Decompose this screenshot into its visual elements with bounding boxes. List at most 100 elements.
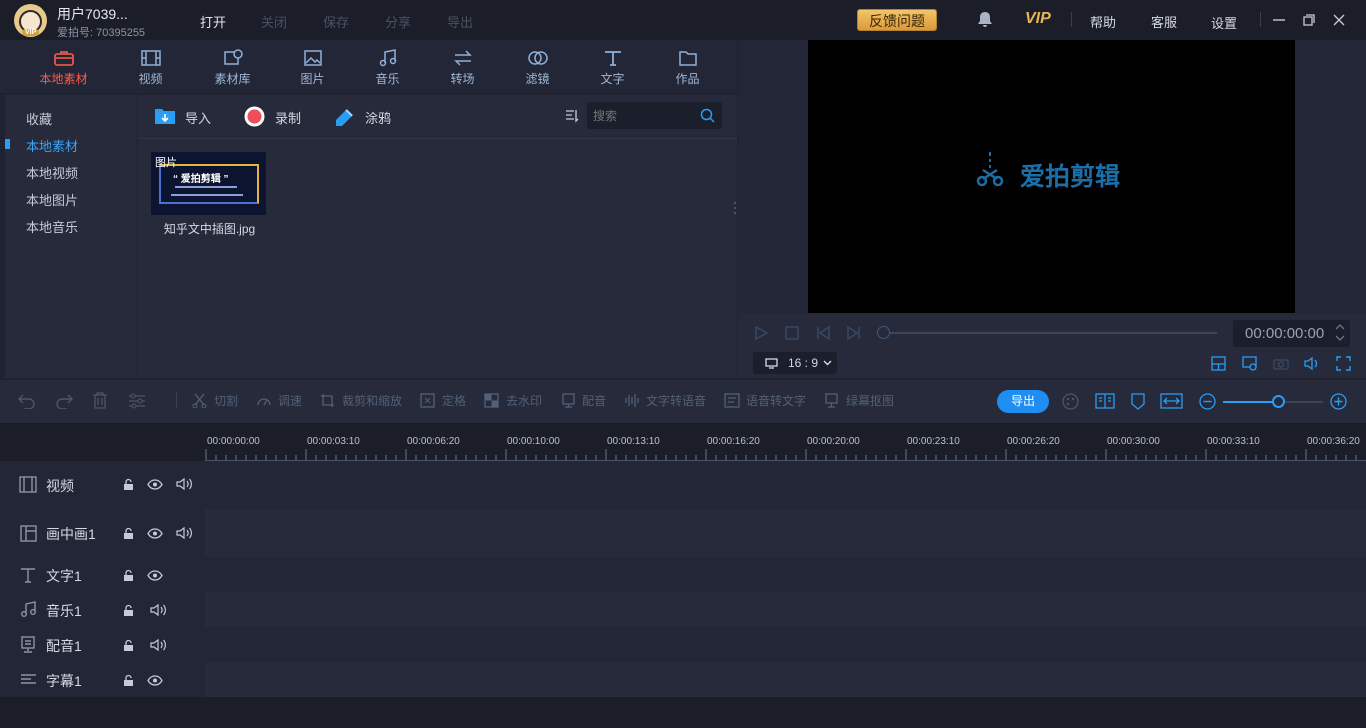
- eye-icon[interactable]: [147, 570, 163, 581]
- help-button[interactable]: 帮助: [1090, 12, 1116, 31]
- track-lane-pip[interactable]: [205, 509, 1366, 557]
- play-icon[interactable]: [754, 326, 768, 340]
- preview-progress-track[interactable]: [884, 332, 1217, 334]
- text-to-speech-icon[interactable]: [624, 393, 640, 408]
- sidebar-item-local-material[interactable]: 本地素材: [26, 136, 78, 155]
- panel-resize-handle[interactable]: [733, 201, 737, 217]
- bell-icon[interactable]: [977, 11, 993, 28]
- volume-icon[interactable]: [150, 638, 167, 652]
- doodle-icon[interactable]: [334, 106, 356, 126]
- menu-open[interactable]: 打开: [200, 12, 226, 31]
- media-thumbnail[interactable]: “ 爱拍剪辑 ” 图片: [151, 152, 266, 215]
- record-button[interactable]: 录制: [275, 108, 301, 127]
- preview-canvas[interactable]: 爱拍剪辑: [808, 40, 1295, 313]
- username[interactable]: 用户7039...: [57, 4, 128, 24]
- volume-icon[interactable]: [1304, 356, 1320, 371]
- text-to-speech-button[interactable]: 文字转语音: [646, 392, 706, 409]
- camera-icon[interactable]: [1273, 357, 1289, 370]
- timecode-down-icon[interactable]: [1335, 334, 1345, 342]
- volume-icon[interactable]: [150, 603, 167, 617]
- tab-local-material[interactable]: 本地素材: [26, 40, 101, 93]
- aspect-ratio-select[interactable]: 16 : 9: [753, 352, 837, 374]
- preview-progress-handle[interactable]: [877, 326, 890, 339]
- track-lane-subtitle[interactable]: [205, 662, 1366, 697]
- lock-icon[interactable]: [123, 478, 134, 491]
- fit-timeline-icon[interactable]: [1160, 393, 1183, 409]
- speech-to-text-icon[interactable]: [724, 393, 740, 408]
- volume-icon[interactable]: [176, 477, 193, 491]
- adjust-icon[interactable]: [128, 393, 146, 409]
- timecode-up-icon[interactable]: [1335, 323, 1345, 331]
- prev-frame-icon[interactable]: [816, 326, 830, 340]
- sidebar-item-local-image[interactable]: 本地图片: [26, 190, 78, 209]
- crop-zoom-button[interactable]: 裁剪和缩放: [342, 392, 402, 409]
- tab-filter[interactable]: 滤镜: [500, 40, 575, 93]
- import-button[interactable]: 导入: [185, 108, 211, 127]
- doodle-button[interactable]: 涂鸦: [365, 108, 391, 127]
- volume-icon[interactable]: [176, 526, 193, 540]
- menu-close[interactable]: 关闭: [261, 12, 287, 31]
- sidebar-item-favorites[interactable]: 收藏: [26, 109, 52, 128]
- tab-text[interactable]: 文字: [575, 40, 650, 93]
- close-icon[interactable]: [1332, 13, 1346, 27]
- zoom-slider-handle[interactable]: [1272, 395, 1285, 408]
- crop-icon[interactable]: [320, 393, 335, 408]
- track-lane-video[interactable]: [205, 461, 1366, 509]
- lock-icon[interactable]: [123, 674, 134, 687]
- tab-music[interactable]: 音乐: [350, 40, 425, 93]
- eye-icon[interactable]: [147, 479, 163, 490]
- eye-icon[interactable]: [147, 528, 163, 539]
- next-frame-icon[interactable]: [847, 326, 861, 340]
- lock-icon[interactable]: [123, 569, 134, 582]
- cut-button[interactable]: 切割: [214, 392, 238, 409]
- zoom-out-icon[interactable]: [1199, 393, 1216, 410]
- redo-icon[interactable]: [55, 393, 73, 409]
- lock-icon[interactable]: [123, 527, 134, 540]
- green-screen-button[interactable]: 绿幕抠图: [846, 392, 894, 409]
- palette-icon[interactable]: [1062, 393, 1079, 410]
- lock-icon[interactable]: [123, 604, 134, 617]
- cut-icon[interactable]: [192, 393, 207, 408]
- settings-button[interactable]: 设置: [1211, 13, 1237, 32]
- tab-image[interactable]: 图片: [275, 40, 350, 93]
- search-input[interactable]: [593, 106, 693, 125]
- freeze-frame-button[interactable]: 定格: [442, 392, 466, 409]
- menu-export[interactable]: 导出: [447, 12, 473, 31]
- lock-icon[interactable]: [123, 639, 134, 652]
- stop-icon[interactable]: [785, 326, 799, 340]
- minimize-icon[interactable]: [1272, 13, 1286, 27]
- delete-icon[interactable]: [92, 392, 108, 409]
- eye-icon[interactable]: [147, 675, 163, 686]
- speech-to-text-button[interactable]: 语音转文字: [746, 392, 806, 409]
- track-lane-dubbing[interactable]: [205, 627, 1366, 662]
- layout-icon[interactable]: [1211, 356, 1226, 371]
- dubbing-button[interactable]: 配音: [582, 392, 606, 409]
- speed-icon[interactable]: [256, 393, 272, 408]
- tab-library[interactable]: 素材库: [195, 40, 270, 93]
- track-lane-text[interactable]: [205, 557, 1366, 592]
- remove-watermark-icon[interactable]: [484, 393, 499, 408]
- feedback-button[interactable]: 反馈问题: [857, 9, 937, 31]
- sort-icon[interactable]: [565, 109, 579, 123]
- tab-works[interactable]: 作品: [650, 40, 725, 93]
- sidebar-item-local-video[interactable]: 本地视频: [26, 163, 78, 182]
- screen-settings-icon[interactable]: [1242, 356, 1258, 371]
- dubbing-icon[interactable]: [561, 393, 576, 408]
- tab-video[interactable]: 视频: [113, 40, 188, 93]
- zoom-in-icon[interactable]: [1330, 393, 1347, 410]
- track-lane-music[interactable]: [205, 592, 1366, 627]
- import-icon[interactable]: [154, 107, 176, 125]
- tab-transition[interactable]: 转场: [425, 40, 500, 93]
- fullscreen-icon[interactable]: [1336, 356, 1351, 371]
- export-button[interactable]: 导出: [997, 390, 1049, 413]
- sidebar-item-local-music[interactable]: 本地音乐: [26, 217, 78, 236]
- undo-icon[interactable]: [18, 393, 36, 409]
- record-icon[interactable]: [244, 106, 265, 127]
- service-button[interactable]: 客服: [1151, 12, 1177, 31]
- marker-icon[interactable]: [1131, 393, 1145, 410]
- green-screen-icon[interactable]: [824, 393, 839, 408]
- maximize-icon[interactable]: [1302, 13, 1316, 27]
- freeze-icon[interactable]: [420, 393, 435, 408]
- timecode-display[interactable]: 00:00:00:00: [1233, 320, 1350, 347]
- menu-save[interactable]: 保存: [323, 12, 349, 31]
